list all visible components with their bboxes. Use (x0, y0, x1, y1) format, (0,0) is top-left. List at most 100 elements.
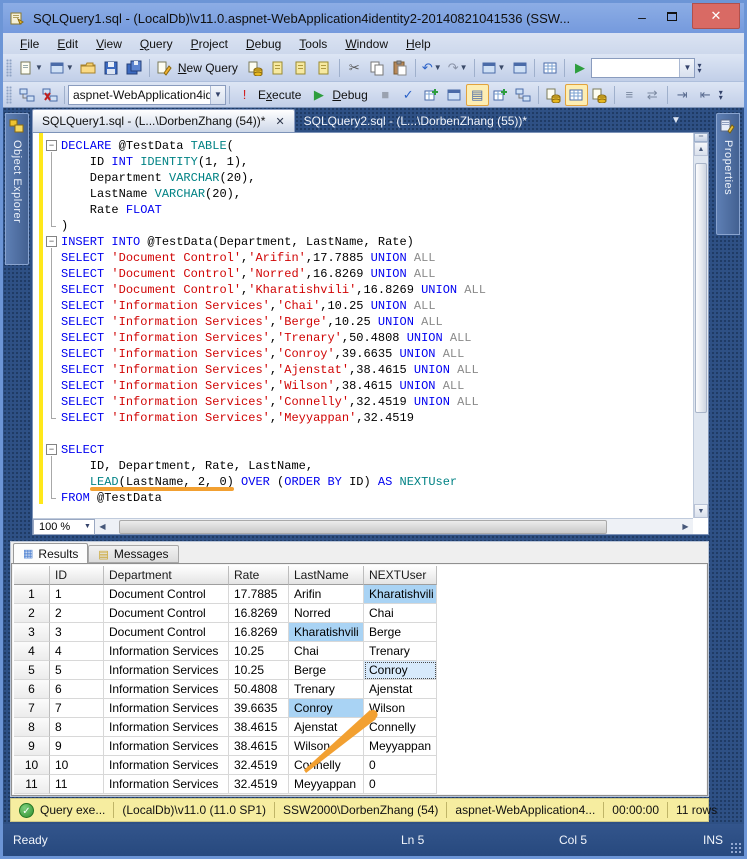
maximize-button[interactable] (662, 8, 682, 24)
hscroll-thumb[interactable] (119, 519, 607, 534)
include-actual-plan-icon[interactable] (489, 84, 512, 106)
fold-toggle-icon[interactable]: − (46, 140, 57, 151)
uncomment-icon[interactable]: ⇄ (641, 84, 664, 106)
database-engine-query-icon[interactable] (244, 57, 267, 79)
tab-close-icon[interactable]: ✕ (275, 115, 284, 128)
grid-row-header[interactable]: 6 (14, 680, 50, 699)
grid-column-header[interactable]: ID (50, 566, 104, 585)
cut-icon[interactable]: ✂ (343, 57, 366, 79)
query-options-icon[interactable]: ▤ (465, 83, 489, 106)
grid-cell[interactable]: 3 (50, 623, 104, 642)
grid-cell[interactable]: 10.25 (229, 661, 289, 680)
grid-cell[interactable]: Berge (364, 623, 437, 642)
scroll-left-icon[interactable]: ◀ (95, 522, 110, 531)
tab-results[interactable]: ▦ Results (13, 543, 89, 563)
navigate-back-icon[interactable]: ▼ (478, 57, 509, 79)
debug-play-icon[interactable]: ▶ (307, 84, 330, 106)
grid-column-header[interactable]: LastName (289, 566, 364, 585)
grid-cell[interactable]: 9 (50, 737, 104, 756)
scroll-right-icon[interactable]: ▶ (678, 522, 693, 531)
mdx-query-icon[interactable] (267, 57, 290, 79)
vscroll-thumb[interactable] (695, 163, 707, 413)
grid-cell[interactable]: Ajenstat (364, 680, 437, 699)
grid-cell[interactable]: 0 (364, 775, 437, 794)
open-file-icon[interactable] (77, 57, 100, 79)
menu-view[interactable]: View (87, 35, 131, 53)
grid-cell[interactable]: Trenary (289, 680, 364, 699)
object-explorer-tab[interactable]: Object Explorer (5, 113, 29, 265)
grid-row-header[interactable]: 5 (14, 661, 50, 680)
indent-icon[interactable]: ⇥ (671, 84, 694, 106)
menu-tools[interactable]: Tools (290, 35, 336, 53)
toolbar-overflow-icon[interactable]: ▾ ▾ (719, 88, 723, 101)
change-connection-icon[interactable] (38, 84, 61, 106)
grid-cell[interactable]: 38.4615 (229, 718, 289, 737)
scroll-up-icon[interactable]: ▲ (694, 142, 708, 156)
grid-cell[interactable]: Information Services (104, 699, 229, 718)
fold-toggle-icon[interactable]: − (46, 444, 57, 455)
doc-tab-1[interactable]: SQLQuery1.sql - (L...\DorbenZhang (54))*… (32, 109, 295, 132)
grid-cell[interactable]: Document Control (104, 623, 229, 642)
grid-cell[interactable]: 4 (50, 642, 104, 661)
grid-cell[interactable]: 0 (364, 756, 437, 775)
menu-window[interactable]: Window (336, 35, 397, 53)
grid-cell[interactable]: Wilson (289, 737, 364, 756)
execute-icon[interactable]: ! (233, 84, 256, 106)
editor-zoom-combo[interactable]: 100 % ▼ (33, 518, 95, 535)
grid-cell[interactable]: 38.4615 (229, 737, 289, 756)
grid-cell[interactable]: Chai (364, 604, 437, 623)
grid-cell[interactable]: Meyyappan (289, 775, 364, 794)
grid-cell[interactable]: 17.7885 (229, 585, 289, 604)
results-to-grid-icon[interactable] (564, 83, 588, 106)
grid-row-header[interactable]: 9 (14, 737, 50, 756)
grid-cell[interactable]: 50.4808 (229, 680, 289, 699)
grid-cell[interactable]: 1 (50, 585, 104, 604)
save-all-icon[interactable] (123, 57, 146, 79)
debug-button[interactable]: Debug (332, 88, 367, 102)
new-query-icon[interactable] (153, 57, 176, 79)
grid-cell[interactable]: 10.25 (229, 642, 289, 661)
grid-row-header[interactable]: 10 (14, 756, 50, 775)
grid-cell[interactable]: 6 (50, 680, 104, 699)
grid-row-header[interactable]: 2 (14, 604, 50, 623)
minimize-button[interactable]: – (632, 9, 652, 25)
parse-icon[interactable]: ✓ (397, 84, 420, 106)
grid-column-header[interactable]: Department (104, 566, 229, 585)
doc-tab-2[interactable]: SQLQuery2.sql - (L...\DorbenZhang (55))* (295, 109, 536, 132)
dmx-query-icon[interactable] (290, 57, 313, 79)
grid-cell[interactable]: Conroy (364, 661, 437, 680)
grid-cell[interactable]: 32.4519 (229, 775, 289, 794)
toolbar-grip[interactable] (6, 85, 12, 104)
grid-cell[interactable]: Document Control (104, 604, 229, 623)
grid-cell[interactable]: Norred (289, 604, 364, 623)
copy-icon[interactable] (366, 57, 389, 79)
grid-row-header[interactable]: 3 (14, 623, 50, 642)
grid-cell[interactable]: Wilson (364, 699, 437, 718)
grid-cell[interactable]: 16.8269 (229, 623, 289, 642)
stop-icon[interactable]: ■ (374, 84, 397, 106)
new-query-button[interactable]: New Query (178, 61, 238, 75)
menu-query[interactable]: Query (131, 35, 182, 53)
grid-row-header[interactable]: 7 (14, 699, 50, 718)
menu-debug[interactable]: Debug (237, 35, 290, 53)
grid-cell[interactable]: Connelly (364, 718, 437, 737)
grid-cell[interactable]: Document Control (104, 585, 229, 604)
grid-cell[interactable]: Information Services (104, 661, 229, 680)
specify-values-icon[interactable] (443, 84, 466, 106)
grid-cell[interactable]: Trenary (364, 642, 437, 661)
grid-cell[interactable]: 8 (50, 718, 104, 737)
database-combo[interactable]: aspnet-WebApplication4ide ▼ (68, 84, 226, 105)
grid-cell[interactable]: Information Services (104, 775, 229, 794)
grid-column-header[interactable]: Rate (229, 566, 289, 585)
grid-row-header[interactable]: 11 (14, 775, 50, 794)
editor-vertical-scrollbar[interactable]: ═ ▲ ▼ (693, 133, 708, 518)
connect-icon[interactable] (15, 84, 38, 106)
toolbar-grip[interactable] (6, 58, 12, 77)
zoom-dropdown-icon[interactable]: ▼ (81, 520, 94, 534)
splitter-handle[interactable]: ═ (694, 133, 708, 142)
properties-tab[interactable]: Properties (716, 113, 740, 235)
menu-file[interactable]: File (11, 35, 48, 53)
combo-dropdown-icon[interactable]: ▼ (679, 58, 695, 77)
grid-cell[interactable]: Berge (289, 661, 364, 680)
search-combo[interactable]: ▼ (591, 57, 696, 78)
